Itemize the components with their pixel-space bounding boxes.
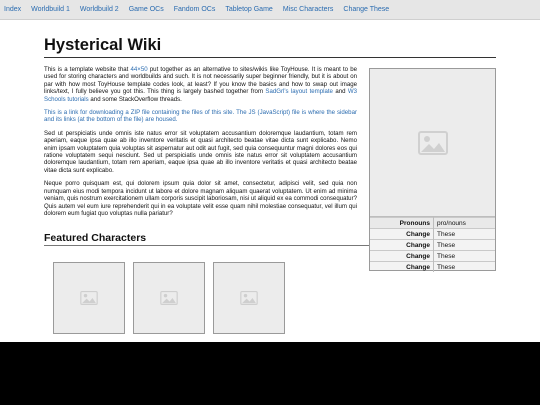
nav-link-fandom-ocs[interactable]: Fandom OCs: [174, 0, 216, 20]
infobox-row: Pronouns pro/nouns: [370, 217, 495, 229]
infobox-key: Change: [370, 250, 434, 262]
infobox-row: Change These: [370, 250, 495, 262]
nav-link-worldbuild-2[interactable]: Worldbuild 2: [80, 0, 119, 20]
featured-character-card[interactable]: [53, 262, 125, 334]
image-placeholder-icon: [240, 291, 258, 305]
intro-text-4: and some StackOverflow threads.: [88, 95, 182, 103]
infobox-row: Change These: [370, 239, 495, 251]
top-navigation: Index Worldbuild 1 Worldbuild 2 Game OCs…: [0, 0, 540, 20]
character-infobox: Pronouns pro/nouns Change These Change Thes…: [369, 68, 496, 272]
main-content: Hysterical Wiki This is a template websi…: [44, 36, 496, 217]
nav-link-game-ocs[interactable]: Game OCs: [129, 0, 164, 20]
intro-text-3: and: [332, 88, 348, 96]
infobox-value: These: [433, 250, 495, 262]
image-placeholder-icon: [160, 291, 178, 305]
image-placeholder-icon: [417, 130, 448, 155]
infobox-row: Change These: [370, 228, 495, 240]
infobox-value: These: [433, 239, 495, 251]
infobox-image: [370, 69, 495, 217]
nav-link-index[interactable]: Index: [4, 0, 21, 20]
footer-bar: [0, 342, 540, 405]
infobox-value: These: [433, 228, 495, 240]
infobox-value: pro/nouns: [433, 217, 495, 229]
sadgrl-layout-link[interactable]: SadGrl's layout template: [265, 88, 333, 95]
image-placeholder-icon: [80, 291, 98, 305]
infobox-key: Change: [370, 228, 434, 240]
featured-character-card[interactable]: [213, 262, 285, 334]
intro-paragraph: This is a template website that 44×50 pu…: [44, 66, 357, 103]
download-paragraph: This is a link for downloading a ZIP fil…: [44, 109, 357, 124]
author-link[interactable]: 44×50: [131, 66, 148, 73]
nav-link-change-these[interactable]: Change These: [343, 0, 389, 20]
infobox-key: Change: [370, 261, 434, 272]
zip-download-link[interactable]: This is a link for downloading a ZIP fil…: [44, 109, 150, 116]
nav-link-misc-characters[interactable]: Misc Characters: [283, 0, 334, 20]
infobox-key: Pronouns: [370, 217, 434, 229]
intro-text-1: This is a template website that: [44, 66, 131, 73]
nav-link-worldbuild-1[interactable]: Worldbuild 1: [31, 0, 70, 20]
infobox-key: Change: [370, 239, 434, 251]
page-title: Hysterical Wiki: [44, 36, 496, 58]
featured-characters-heading: Featured Characters: [44, 232, 369, 246]
lorem-paragraph-1: Sed ut perspiciatis unde omnis iste natu…: [44, 129, 357, 174]
intro-text: This is a template website that 44×50 pu…: [44, 66, 357, 223]
lorem-paragraph-2: Neque porro quisquam est, qui dolorem ip…: [44, 180, 357, 217]
infobox-value: These: [433, 261, 495, 272]
infobox-table: Pronouns pro/nouns Change These Change Thes…: [370, 217, 495, 272]
nav-link-tabletop-game[interactable]: Tabletop Game: [225, 0, 272, 20]
infobox-row: Change These: [370, 261, 495, 272]
featured-character-card[interactable]: [133, 262, 205, 334]
